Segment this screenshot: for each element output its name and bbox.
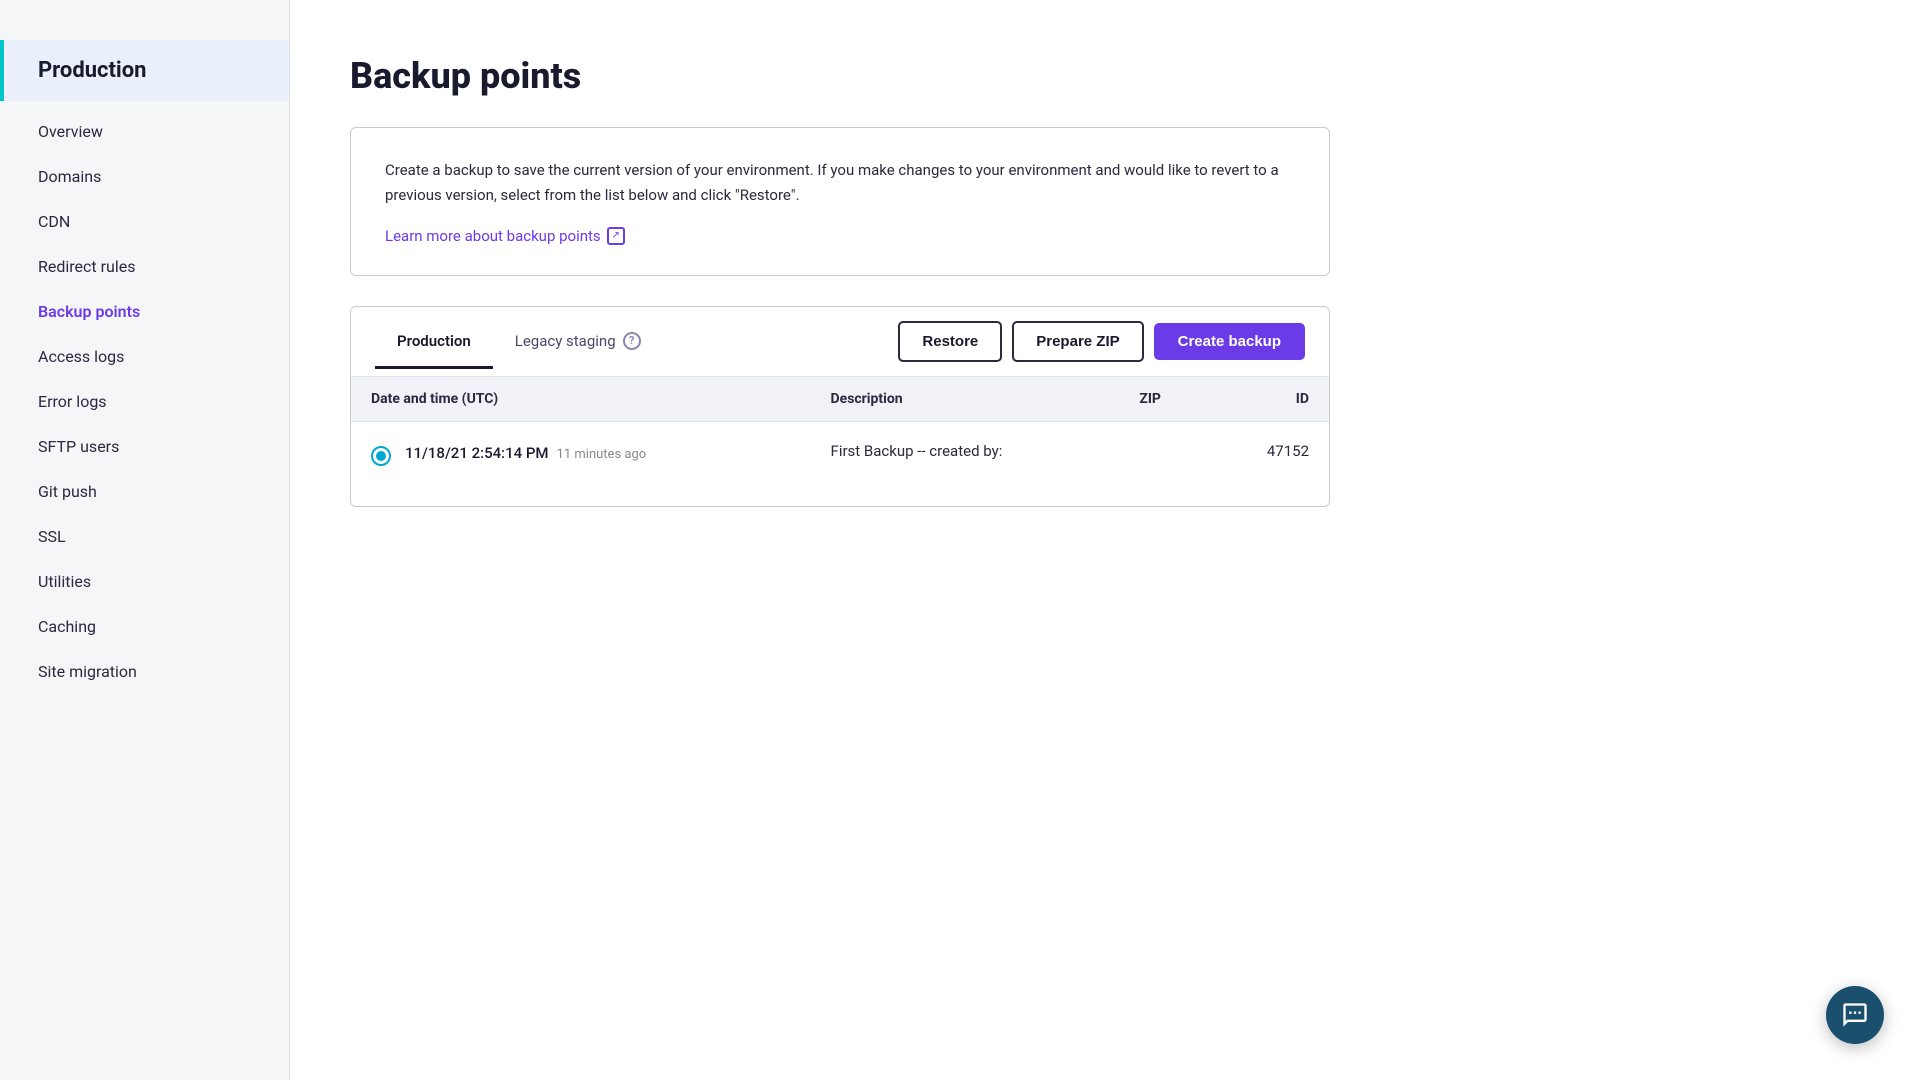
prepare-zip-button[interactable]: Prepare ZIP (1012, 321, 1143, 362)
create-backup-button[interactable]: Create backup (1154, 323, 1305, 360)
learn-more-link[interactable]: Learn more about backup points ↗ (385, 227, 625, 245)
sidebar-item-access-logs[interactable]: Access logs (0, 334, 289, 379)
sidebar-title: Production (0, 40, 289, 101)
info-link-label: Learn more about backup points (385, 227, 601, 245)
col-header-date-and-time--utc-: Date and time (UTC) (351, 377, 811, 422)
main-content: Backup points Create a backup to save th… (290, 0, 1920, 1080)
col-header-id: ID (1209, 377, 1329, 422)
sidebar-item-domains[interactable]: Domains (0, 154, 289, 199)
sidebar-item-utilities[interactable]: Utilities (0, 559, 289, 604)
chat-icon (1841, 1001, 1869, 1029)
sidebar: Production OverviewDomainsCDNRedirect ru… (0, 0, 290, 1080)
restore-button[interactable]: Restore (898, 321, 1002, 362)
sidebar-item-cdn[interactable]: CDN (0, 199, 289, 244)
sidebar-item-redirect-rules[interactable]: Redirect rules (0, 244, 289, 289)
id-cell: 47152 (1209, 421, 1329, 486)
page-title: Backup points (350, 55, 1840, 97)
sidebar-item-error-logs[interactable]: Error logs (0, 379, 289, 424)
backup-table: Date and time (UTC)DescriptionZIPID 11/1… (351, 377, 1329, 486)
tab-legacy-staging[interactable]: Legacy staging? (493, 314, 663, 369)
chat-fab-button[interactable] (1826, 986, 1884, 1044)
backup-description: First Backup -- created by: (831, 442, 1100, 460)
sidebar-item-site-migration[interactable]: Site migration (0, 649, 289, 694)
backup-datetime: 11/18/21 2:54:14 PM (405, 444, 549, 462)
sidebar-nav: OverviewDomainsCDNRedirect rulesBackup p… (0, 109, 289, 694)
table-row[interactable]: 11/18/21 2:54:14 PM 11 minutes ago First B… (351, 421, 1329, 486)
table-wrapper: Date and time (UTC)DescriptionZIPID 11/1… (351, 377, 1329, 486)
row-radio[interactable] (371, 446, 391, 466)
tabs: ProductionLegacy staging? (375, 314, 898, 369)
sidebar-item-overview[interactable]: Overview (0, 109, 289, 154)
zip-cell (1119, 421, 1209, 486)
col-header-zip: ZIP (1119, 377, 1209, 422)
help-icon: ? (623, 332, 641, 350)
sidebar-item-caching[interactable]: Caching (0, 604, 289, 649)
time-ago: 11 minutes ago (557, 447, 647, 462)
tab-production[interactable]: Production (375, 314, 493, 369)
date-cell: 11/18/21 2:54:14 PM 11 minutes ago (351, 421, 811, 486)
table-body: 11/18/21 2:54:14 PM 11 minutes ago First B… (351, 421, 1329, 486)
table-header-row: Date and time (UTC)DescriptionZIPID (351, 377, 1329, 422)
tabs-bar: ProductionLegacy staging? Restore Prepar… (351, 307, 1329, 377)
col-header-description: Description (811, 377, 1120, 422)
info-text: Create a backup to save the current vers… (385, 158, 1295, 208)
sidebar-item-git-push[interactable]: Git push (0, 469, 289, 514)
info-box: Create a backup to save the current vers… (350, 127, 1330, 276)
buttons-group: Restore Prepare ZIP Create backup (898, 307, 1305, 376)
sidebar-item-ssl[interactable]: SSL (0, 514, 289, 559)
sidebar-item-backup-points[interactable]: Backup points (0, 289, 289, 334)
description-cell: First Backup -- created by: (811, 421, 1120, 486)
external-link-icon: ↗ (607, 227, 625, 245)
sidebar-item-sftp-users[interactable]: SFTP users (0, 424, 289, 469)
backup-card: ProductionLegacy staging? Restore Prepar… (350, 306, 1330, 507)
